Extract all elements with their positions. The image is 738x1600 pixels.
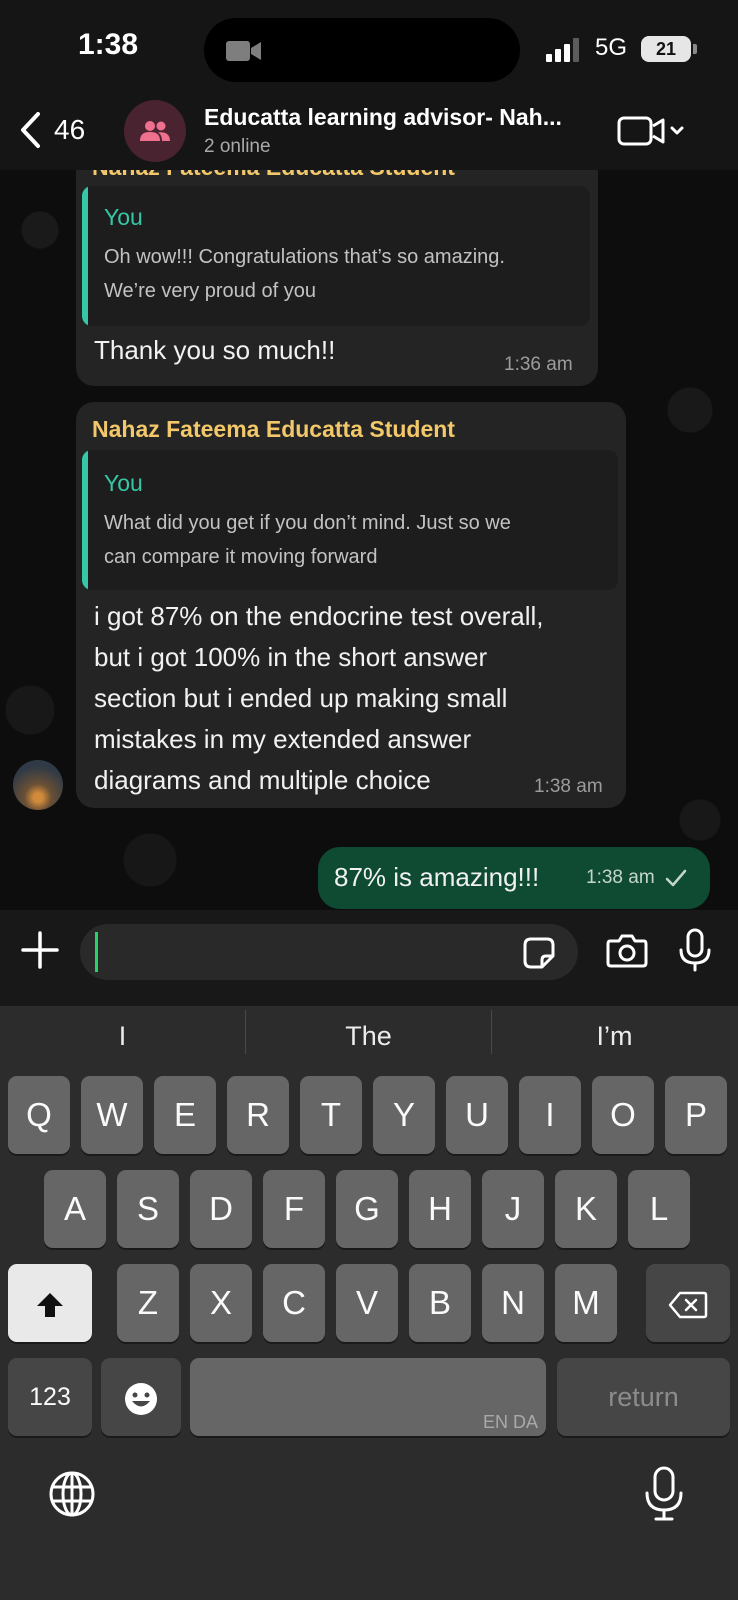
compose-bar xyxy=(0,910,738,1006)
message-input[interactable] xyxy=(80,924,578,980)
key-letter[interactable]: N xyxy=(482,1264,544,1342)
key-letter[interactable]: S xyxy=(117,1170,179,1248)
quote-bar xyxy=(82,450,88,590)
text-caret xyxy=(95,932,98,972)
key-letter[interactable]: G xyxy=(336,1170,398,1248)
quote-bar xyxy=(82,186,88,326)
suggestion[interactable]: I xyxy=(0,1014,245,1058)
message-text-line: i got 87% on the endocrine test overall, xyxy=(94,601,544,631)
battery-level: 21 xyxy=(641,36,691,62)
plus-icon[interactable] xyxy=(20,930,60,970)
numbers-key[interactable]: 123 xyxy=(8,1358,92,1436)
key-letter[interactable]: D xyxy=(190,1170,252,1248)
key-letter[interactable]: O xyxy=(592,1076,654,1154)
key-letter[interactable]: J xyxy=(482,1170,544,1248)
key-letter[interactable]: A xyxy=(44,1170,106,1248)
key-letter[interactable]: K xyxy=(555,1170,617,1248)
message-time: 1:36 am xyxy=(504,354,573,375)
chat-area[interactable]: Nahaz Fateema Educatta Student You Oh wo… xyxy=(0,170,738,910)
space-key[interactable]: EN DA xyxy=(190,1358,546,1436)
group-online-status: 2 online xyxy=(204,136,271,157)
shift-arrow-icon xyxy=(37,1293,63,1318)
key-letter[interactable]: U xyxy=(446,1076,508,1154)
key-letter[interactable]: C xyxy=(263,1264,325,1342)
sticker-icon[interactable] xyxy=(522,936,556,970)
message-text: Thank you so much!! xyxy=(94,335,336,365)
backspace-icon xyxy=(668,1292,708,1319)
key-letter[interactable]: V xyxy=(336,1264,398,1342)
sender-name: Nahaz Fateema Educatta Student xyxy=(92,170,455,181)
key-letter[interactable]: R xyxy=(227,1076,289,1154)
suggestion[interactable]: I’m xyxy=(492,1014,737,1058)
quoted-message[interactable]: You Oh wow!!! Congratulations that’s so … xyxy=(82,186,590,326)
key-letter[interactable]: L xyxy=(628,1170,690,1248)
key-letter[interactable]: Z xyxy=(117,1264,179,1342)
group-name[interactable]: Educatta learning advisor- Nah... xyxy=(204,104,594,131)
key-letter[interactable]: E xyxy=(154,1076,216,1154)
status-bar: 1:38 5G 21 xyxy=(0,0,738,100)
key-letter[interactable]: W xyxy=(81,1076,143,1154)
quote-author: You xyxy=(104,470,143,496)
message-time: 1:38 am xyxy=(534,776,603,797)
key-letter[interactable]: P xyxy=(665,1076,727,1154)
key-letter[interactable]: Y xyxy=(373,1076,435,1154)
message-text-line: diagrams and multiple choice xyxy=(94,765,431,795)
message-text-line: section but i ended up making small xyxy=(94,683,508,713)
message-text: 87% is amazing!!! xyxy=(334,862,540,892)
group-avatar[interactable] xyxy=(124,100,186,162)
network-type: 5G xyxy=(595,34,628,61)
key-letter[interactable]: I xyxy=(519,1076,581,1154)
return-key[interactable]: return xyxy=(557,1358,730,1436)
message-bubble-incoming[interactable]: Nahaz Fateema Educatta Student You What … xyxy=(76,402,626,808)
quote-author: You xyxy=(104,204,143,230)
key-letter[interactable]: X xyxy=(190,1264,252,1342)
backspace-key[interactable] xyxy=(646,1264,730,1342)
battery-tip xyxy=(693,44,697,54)
quote-text-line: can compare it moving forward xyxy=(104,546,378,568)
globe-icon[interactable] xyxy=(48,1470,96,1518)
keyboard: I The I’m Q W E R T Y U I O P A S D F G … xyxy=(0,1006,738,1600)
message-time: 1:38 am xyxy=(586,867,655,888)
quoted-message[interactable]: You What did you get if you don’t mind. … xyxy=(82,450,618,590)
cellular-signal-icon xyxy=(546,38,579,62)
key-letter[interactable]: B xyxy=(409,1264,471,1342)
status-time: 1:38 xyxy=(78,28,139,61)
chevron-left-icon xyxy=(21,112,40,148)
key-letter[interactable]: H xyxy=(409,1170,471,1248)
dynamic-island xyxy=(204,18,520,82)
message-bubble-outgoing[interactable]: 87% is amazing!!! 1:38 am xyxy=(318,847,710,909)
unread-count: 46 xyxy=(54,114,86,145)
quote-text-line: We’re very proud of you xyxy=(104,280,316,302)
message-bubble-incoming[interactable]: Nahaz Fateema Educatta Student You Oh wo… xyxy=(76,170,598,386)
single-check-icon xyxy=(665,869,687,887)
key-letter[interactable]: M xyxy=(555,1264,617,1342)
suggestion-bar: I The I’m xyxy=(0,1006,738,1068)
group-people-icon xyxy=(140,121,170,141)
video-call-icon[interactable] xyxy=(617,112,691,152)
chat-header: 46 Educatta learning advisor- Nah... 2 o… xyxy=(0,100,738,170)
back-button[interactable]: 46 xyxy=(18,108,85,152)
message-text-line: but i got 100% in the short answer xyxy=(94,642,488,672)
dictation-microphone-icon[interactable] xyxy=(644,1466,684,1522)
contact-avatar[interactable] xyxy=(13,760,63,810)
suggestion[interactable]: The xyxy=(246,1014,491,1058)
key-letter[interactable]: T xyxy=(300,1076,362,1154)
camera-icon[interactable] xyxy=(606,932,648,968)
message-text-line: mistakes in my extended answer xyxy=(94,724,472,754)
quote-text-line: Oh wow!!! Congratulations that’s so amaz… xyxy=(104,246,505,268)
sender-name: Nahaz Fateema Educatta Student xyxy=(92,416,455,442)
keyboard-language: EN DA xyxy=(482,1412,538,1432)
microphone-icon[interactable] xyxy=(678,928,712,972)
video-camera-icon xyxy=(226,41,261,61)
emoji-icon xyxy=(125,1383,157,1416)
key-letter[interactable]: Q xyxy=(8,1076,70,1154)
quote-text-line: What did you get if you don’t mind. Just… xyxy=(104,512,511,534)
key-letter[interactable]: F xyxy=(263,1170,325,1248)
emoji-key[interactable] xyxy=(101,1358,181,1436)
shift-key[interactable] xyxy=(8,1264,92,1342)
